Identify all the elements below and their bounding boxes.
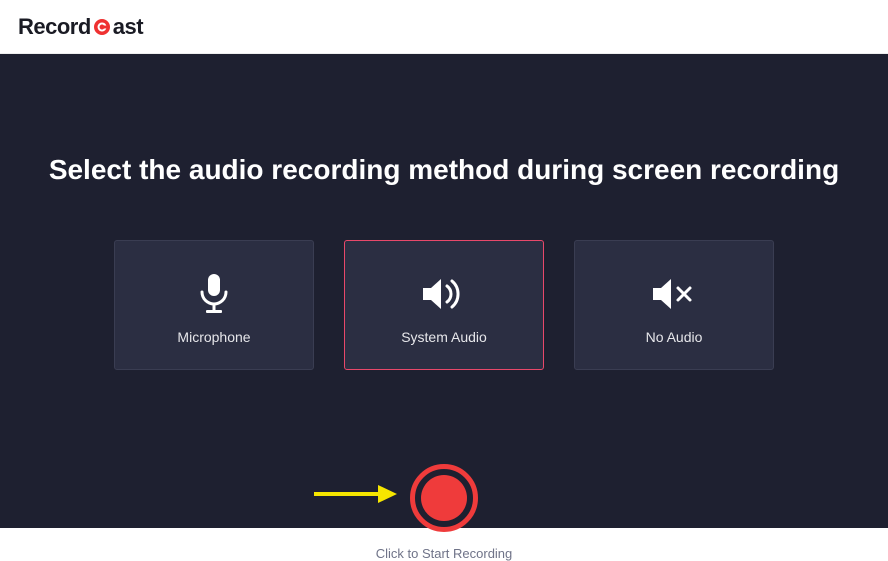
record-caption: Click to Start Recording [376, 546, 513, 561]
page-title: Select the audio recording method during… [0, 154, 888, 186]
option-system-audio[interactable]: System Audio [344, 240, 544, 370]
start-recording-button[interactable] [410, 464, 478, 532]
brand-post: ast [113, 14, 143, 40]
speaker-mute-icon [649, 265, 699, 323]
option-no-audio[interactable]: No Audio [574, 240, 774, 370]
record-logo-icon [92, 17, 112, 37]
option-microphone-label: Microphone [177, 329, 250, 345]
option-microphone[interactable]: Microphone [114, 240, 314, 370]
audio-options: Microphone System Audio No Audio [0, 240, 888, 370]
speaker-icon [419, 265, 469, 323]
brand-logo: Record ast [18, 14, 143, 40]
brand-pre: Record [18, 14, 91, 40]
header: Record ast [0, 0, 888, 54]
record-area: Click to Start Recording [0, 464, 888, 561]
option-system-audio-label: System Audio [401, 329, 487, 345]
option-no-audio-label: No Audio [646, 329, 703, 345]
main-panel: Select the audio recording method during… [0, 54, 888, 528]
microphone-icon [197, 265, 231, 323]
